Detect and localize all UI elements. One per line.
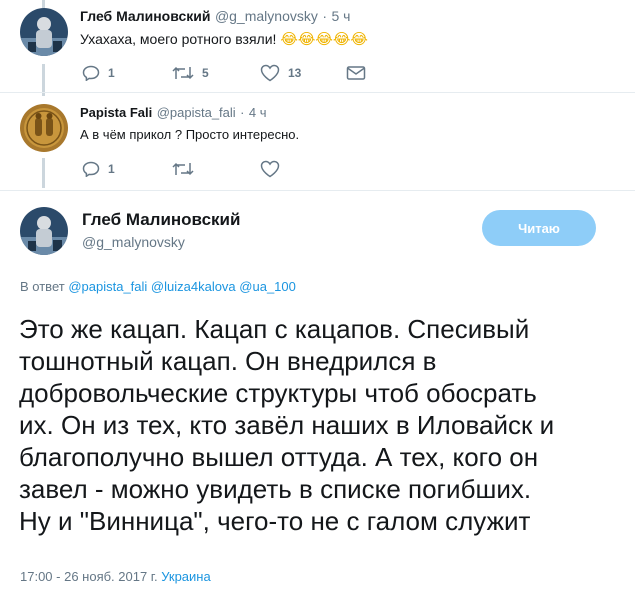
text-line: Это же кацап. Кацап с кацапов. Спесивый xyxy=(19,314,530,344)
mention-link[interactable]: @ua_100 xyxy=(239,279,296,294)
like-button[interactable] xyxy=(260,160,346,178)
author-handle[interactable]: @g_malynovsky xyxy=(215,8,318,24)
tweet-text: А в чём прикол ? Просто интересно. xyxy=(80,127,300,142)
author-name[interactable]: Глеб Малиновский xyxy=(82,210,240,230)
text-line: Ну и "Винница", чего-то не с галом служи… xyxy=(19,506,531,536)
text-line: тошнотный кацап. Он внедрился в xyxy=(19,346,437,376)
reply-button[interactable]: 1 xyxy=(82,161,172,177)
mention-link[interactable]: @luiza4kalova xyxy=(151,279,236,294)
text-line: их. Он из тех, кто завёл наших в Иловайс… xyxy=(19,410,555,440)
location-link[interactable]: Украина xyxy=(161,569,211,584)
text-line: завел - можно увидеть в списке погибших. xyxy=(19,474,532,504)
author-name[interactable]: Papista Fali xyxy=(80,105,152,120)
tweet-actions: 1 5 13 xyxy=(82,64,366,82)
like-button[interactable]: 13 xyxy=(260,64,346,82)
reply-icon xyxy=(82,65,100,81)
reply-context: В ответ @papista_fali @luiza4kalova @ua_… xyxy=(20,279,296,294)
text-line: добровольческие структуры чтоб обосрать xyxy=(19,378,537,408)
retweet-button[interactable]: 5 xyxy=(172,65,260,81)
mention-link[interactable]: @papista_fali xyxy=(68,279,147,294)
reply-count: 1 xyxy=(108,162,115,176)
tweet-time[interactable]: 5 ч xyxy=(331,8,350,24)
author-handle[interactable]: @g_malynovsky xyxy=(82,234,185,250)
avatar[interactable] xyxy=(20,104,68,152)
tweet-actions: 1 xyxy=(82,160,346,178)
follow-button[interactable]: Читаю xyxy=(482,210,596,246)
retweet-icon xyxy=(172,161,194,177)
retweet-button[interactable] xyxy=(172,161,260,177)
retweet-icon xyxy=(172,65,194,81)
reply-prefix: В ответ xyxy=(20,279,65,294)
reply-button[interactable]: 1 xyxy=(82,65,172,81)
reply-count: 1 xyxy=(108,66,115,80)
divider xyxy=(0,190,635,191)
like-icon xyxy=(260,64,280,82)
tweet-text: Ухахаха, моего ротного взяли! xyxy=(80,31,277,47)
author-name[interactable]: Глеб Малиновский xyxy=(80,8,210,24)
avatar[interactable] xyxy=(20,8,68,56)
reply-icon xyxy=(82,161,100,177)
tweet-time[interactable]: 4 ч xyxy=(249,105,267,120)
thread-line-top xyxy=(42,0,45,8)
dm-button[interactable] xyxy=(346,65,366,81)
like-icon xyxy=(260,160,280,178)
timestamp[interactable]: 17:00 - 26 нояб. 2017 г. xyxy=(20,569,158,584)
text-line: благополучно вышел оттуда. А тех, кого о… xyxy=(19,442,539,472)
author-handle[interactable]: @papista_fali xyxy=(157,105,236,120)
thread-line-2 xyxy=(42,158,45,188)
dot-separator: · xyxy=(322,8,327,24)
dot-separator: · xyxy=(240,105,245,120)
dm-icon xyxy=(346,65,366,81)
avatar[interactable] xyxy=(20,207,68,255)
like-count: 13 xyxy=(288,66,302,80)
retweet-count: 5 xyxy=(202,66,209,80)
emoji-row: 😂😂😂😂😂 xyxy=(280,31,368,48)
tweet-text: Это же кацап. Кацап с кацапов. Спесивый … xyxy=(19,313,554,537)
divider xyxy=(0,92,635,93)
tweet-meta: 17:00 - 26 нояб. 2017 г. Украина xyxy=(20,569,211,584)
